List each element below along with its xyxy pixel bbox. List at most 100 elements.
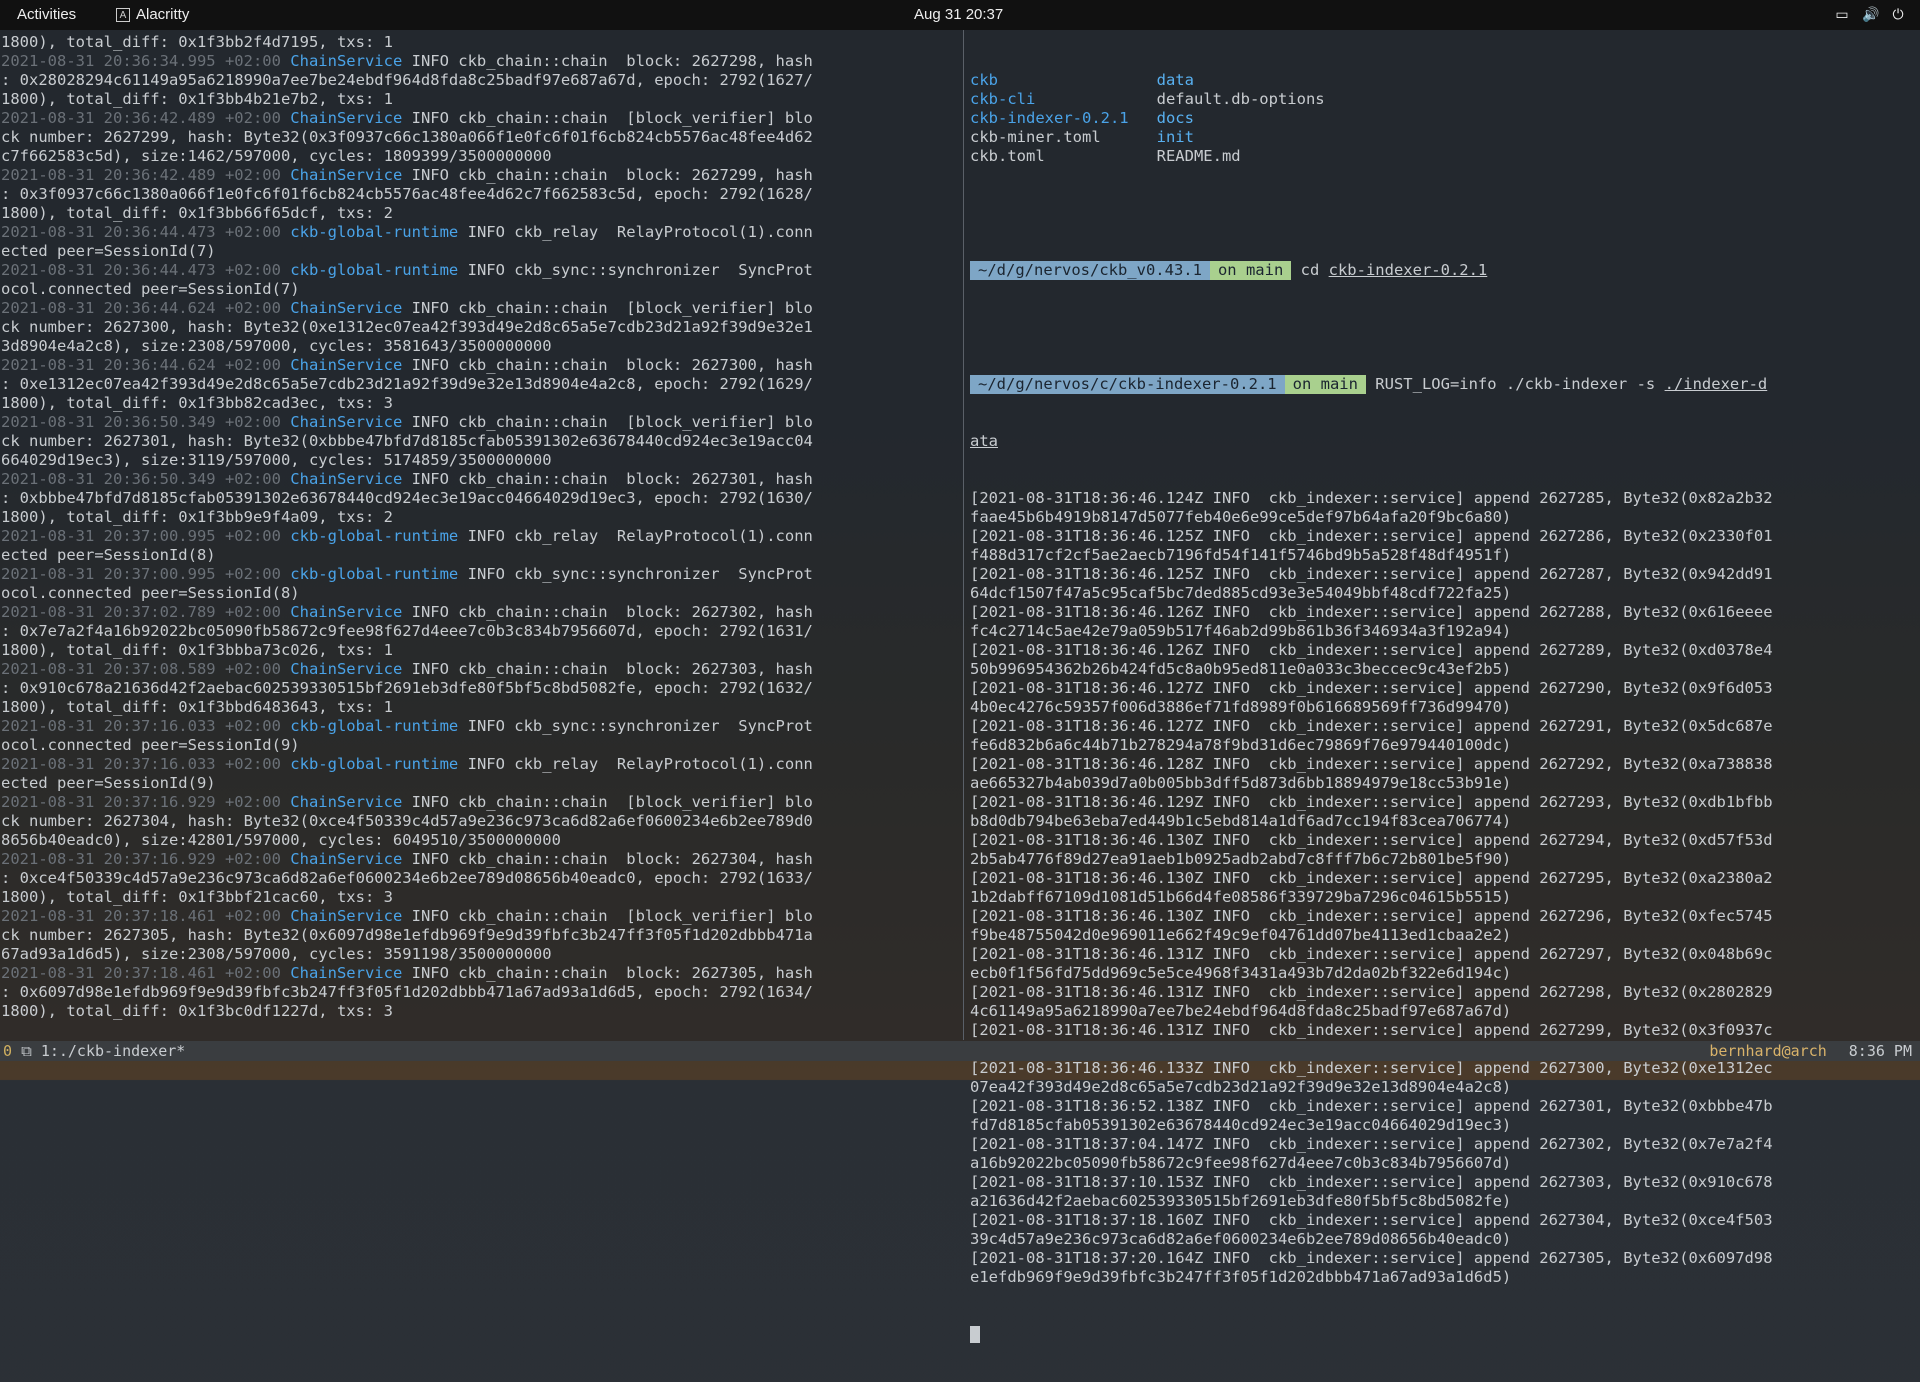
indexer-log-line: [2021-08-31T18:36:46.131Z INFO ckb_index… — [970, 983, 1773, 1001]
log-line: ck number: 2627299, hash: Byte32(0x3f093… — [1, 128, 813, 146]
system-tray[interactable]: ▭ 🔊 ⏻ — [1834, 5, 1906, 23]
log-line: : 0x3f0937c66c1380a066f1e0fc6f01f6cb824c… — [1, 185, 813, 203]
log-line: 2021-08-31 20:36:44.624 +02:00 ChainServ… — [1, 356, 813, 374]
activities-button[interactable]: Activities — [17, 6, 76, 23]
log-line: 8656b40eadc0), size:42801/597000, cycles… — [1, 831, 561, 849]
indexer-log-line: [2021-08-31T18:36:46.128Z INFO ckb_index… — [970, 755, 1773, 773]
host-label: bernhard@arch — [1709, 1042, 1827, 1060]
indexer-log-line: 4b0ec4276c59357f006d3886ef71fd8989f0b616… — [970, 698, 1512, 716]
indexer-log-line: [2021-08-31T18:36:46.129Z INFO ckb_index… — [970, 793, 1773, 811]
log-line: 1800), total_diff: 0x1f3bc0df1227d, txs:… — [1, 1002, 393, 1020]
left-pane-ckb-log[interactable]: 1800), total_diff: 0x1f3bb2f4d7195, txs:… — [1, 33, 958, 1021]
window-tab[interactable]: 1:./ckb-indexer* — [41, 1042, 186, 1060]
volume-icon[interactable]: 🔊 — [1862, 5, 1879, 23]
indexer-log-line: [2021-08-31T18:36:46.130Z INFO ckb_index… — [970, 907, 1773, 925]
indexer-log-line: [2021-08-31T18:36:46.130Z INFO ckb_index… — [970, 869, 1773, 887]
indexer-log-line: [2021-08-31T18:37:10.153Z INFO ckb_index… — [970, 1173, 1773, 1191]
ls-row: ckb-indexer-0.2.1 docs — [970, 109, 1194, 127]
log-line: : 0x6097d98e1efdb969f9e9d39fbfc3b247ff3f… — [1, 983, 813, 1001]
log-line: 2021-08-31 20:37:16.033 +02:00 ckb-globa… — [1, 717, 813, 735]
pane-divider[interactable] — [963, 30, 964, 1040]
git-branch-badge: on main — [1284, 375, 1366, 394]
indexer-log-line: 39c4d57a9e236c973ca6d82a6ef0600234e6b2ee… — [970, 1230, 1512, 1248]
log-line: ected peer=SessionId(9) — [1, 774, 216, 792]
ls-row: ckb-cli default.db-options — [970, 90, 1325, 108]
log-line: ck number: 2627304, hash: Byte32(0xce4f5… — [1, 812, 813, 830]
indexer-log-line: fe6d832b6a6c44b71b278294a78f9bd31d6ec798… — [970, 736, 1512, 754]
indexer-log-line: 4c61149a95a6218990a7ee7be24ebdf964d8fda8… — [970, 1002, 1512, 1020]
log-line: 2021-08-31 20:37:18.461 +02:00 ChainServ… — [1, 907, 813, 925]
log-line: : 0x28028294c61149a95a6218990a7ee7be24eb… — [1, 71, 813, 89]
indexer-log-line: [2021-08-31T18:36:46.133Z INFO ckb_index… — [970, 1059, 1773, 1077]
indexer-log-line: a16b92022bc05090fb58672c9fee98f627d4eee7… — [970, 1154, 1512, 1172]
log-line: c7f662583c5d), size:1462/597000, cycles:… — [1, 147, 552, 165]
log-line: ected peer=SessionId(7) — [1, 242, 216, 260]
app-menu-button[interactable]: A Alacritty — [116, 6, 189, 23]
log-line: : 0x7e7a2f4a16b92022bc05090fb58672c9fee9… — [1, 622, 813, 640]
log-line: 2021-08-31 20:36:34.995 +02:00 ChainServ… — [1, 52, 813, 70]
input-line[interactable] — [970, 1325, 1918, 1344]
indexer-log-line: [2021-08-31T18:36:46.127Z INFO ckb_index… — [970, 717, 1773, 735]
log-line: 1800), total_diff: 0x1f3bb2f4d7195, txs:… — [1, 33, 393, 51]
log-line: 2021-08-31 20:37:18.461 +02:00 ChainServ… — [1, 964, 813, 982]
indexer-log-line: 07ea42f393d49e2d8c65a5e7cdb23d21a92f39d9… — [970, 1078, 1512, 1096]
terminal-window[interactable]: 1800), total_diff: 0x1f3bb2f4d7195, txs:… — [0, 30, 1920, 1343]
log-line: 2021-08-31 20:36:44.624 +02:00 ChainServ… — [1, 299, 813, 317]
screen-icon[interactable]: ▭ — [1834, 5, 1850, 23]
ls-row: ckb-miner.toml init — [970, 128, 1194, 146]
log-line: 1800), total_diff: 0x1f3bb4b21e7b2, txs:… — [1, 90, 393, 108]
prompt-path: ~/d/g/nervos/c/ckb-indexer-0.2.1 — [970, 375, 1285, 394]
log-line: : 0x910c678a21636d42f2aebac602539330515b… — [1, 679, 813, 697]
log-line: ocol.connected peer=SessionId(7) — [1, 280, 300, 298]
indexer-log-line: b8d0db794be63eba7ed449b1c5ebd814a1df6ad7… — [970, 812, 1512, 830]
indexer-log-line: [2021-08-31T18:37:04.147Z INFO ckb_index… — [970, 1135, 1773, 1153]
indexer-log-line: fd7d8185cfab05391302e63678440cd924ec3e19… — [970, 1116, 1512, 1134]
terminal-cursor — [970, 1326, 980, 1343]
log-line: 2021-08-31 20:36:50.349 +02:00 ChainServ… — [1, 413, 813, 431]
log-line: 2021-08-31 20:36:44.473 +02:00 ckb-globa… — [1, 261, 813, 279]
log-line: 2021-08-31 20:36:42.489 +02:00 ChainServ… — [1, 109, 813, 127]
log-line: 67ad93a1d6d5), size:2308/597000, cycles:… — [1, 945, 552, 963]
indexer-log-line: f9be48755042d0e969011e662f49c9ef04761dd0… — [970, 926, 1512, 944]
indexer-log-line: [2021-08-31T18:36:46.127Z INFO ckb_index… — [970, 679, 1773, 697]
app-name: Alacritty — [136, 6, 190, 23]
indexer-log-line: [2021-08-31T18:36:46.125Z INFO ckb_index… — [970, 527, 1773, 545]
prompt-line-1: ~/d/g/nervos/ckb_v0.43.1 on main cd ckb-i… — [970, 261, 1918, 280]
indexer-log-line: fc4c2714c5ae42e79a059b517f46ab2d99b861b3… — [970, 622, 1512, 640]
log-line: 2021-08-31 20:37:00.995 +02:00 ckb-globa… — [1, 527, 813, 545]
prompt-path: ~/d/g/nervos/ckb_v0.43.1 — [970, 261, 1210, 280]
window-icon: ⧉ — [21, 1042, 32, 1060]
ls-row: ckb data — [970, 71, 1194, 89]
indexer-log-line: [2021-08-31T18:36:46.131Z INFO ckb_index… — [970, 945, 1773, 963]
log-line: 1800), total_diff: 0x1f3bbf21cac60, txs:… — [1, 888, 393, 906]
log-line: 1800), total_diff: 0x1f3bbd6483643, txs:… — [1, 698, 393, 716]
indexer-log-line: [2021-08-31T18:36:52.138Z INFO ckb_index… — [970, 1097, 1773, 1115]
indexer-log-line: e1efdb969f9e9d39fbfc3b247ff3f05f1d202dbb… — [970, 1268, 1512, 1286]
log-line: : 0xe1312ec07ea42f393d49e2d8c65a5e7cdb23… — [1, 375, 813, 393]
indexer-log-line: a21636d42f2aebac602539330515bf2691eb3dfe… — [970, 1192, 1512, 1210]
log-line: ocol.connected peer=SessionId(9) — [1, 736, 300, 754]
indexer-log-line: [2021-08-31T18:37:18.160Z INFO ckb_index… — [970, 1211, 1773, 1229]
log-line: 2021-08-31 20:37:16.033 +02:00 ckb-globa… — [1, 755, 813, 773]
indexer-log-line: faae45b6b4919b8147d5077feb40e6e99ce5def9… — [970, 508, 1512, 526]
indexer-log-line: 1b2dabff67109d1081d51b66d4fe08586f339729… — [970, 888, 1512, 906]
tmux-status-bar: 0 ⧉ 1:./ckb-indexer* bernhard@arch 8:36 P… — [0, 1041, 1920, 1061]
log-line: : 0xce4f50339c4d57a9e236c973ca6d82a6ef06… — [1, 869, 813, 887]
right-pane-shell[interactable]: ckb data ckb-cli default.db-options ckb-in… — [970, 33, 1918, 1382]
log-line: 2021-08-31 20:36:44.473 +02:00 ckb-globa… — [1, 223, 813, 241]
prompt-line-2: ~/d/g/nervos/c/ckb-indexer-0.2.1 on main … — [970, 375, 1918, 394]
log-line: ocol.connected peer=SessionId(8) — [1, 584, 300, 602]
log-line: 2021-08-31 20:37:16.929 +02:00 ChainServ… — [1, 850, 813, 868]
indexer-log-line: 64dcf1507f47a5c95caf5bc7ded885cd93e3e540… — [970, 584, 1512, 602]
log-line: 3d8904e4a2c8), size:2308/597000, cycles:… — [1, 337, 552, 355]
log-line: 1800), total_diff: 0x1f3bb82cad3ec, txs:… — [1, 394, 393, 412]
log-line: 2021-08-31 20:37:02.789 +02:00 ChainServ… — [1, 603, 813, 621]
log-line: ck number: 2627301, hash: Byte32(0xbbbe4… — [1, 432, 813, 450]
power-icon[interactable]: ⏻ — [1890, 5, 1906, 23]
clock[interactable]: Aug 31 20:37 — [914, 6, 1003, 23]
log-line: : 0xbbbe47bfd7d8185cfab05391302e63678440… — [1, 489, 813, 507]
time-label: 8:36 PM — [1848, 1042, 1912, 1060]
git-branch-badge: on main — [1209, 261, 1292, 280]
indexer-log-line: [2021-08-31T18:36:46.126Z INFO ckb_index… — [970, 603, 1773, 621]
log-line: 2021-08-31 20:37:00.995 +02:00 ckb-globa… — [1, 565, 813, 583]
